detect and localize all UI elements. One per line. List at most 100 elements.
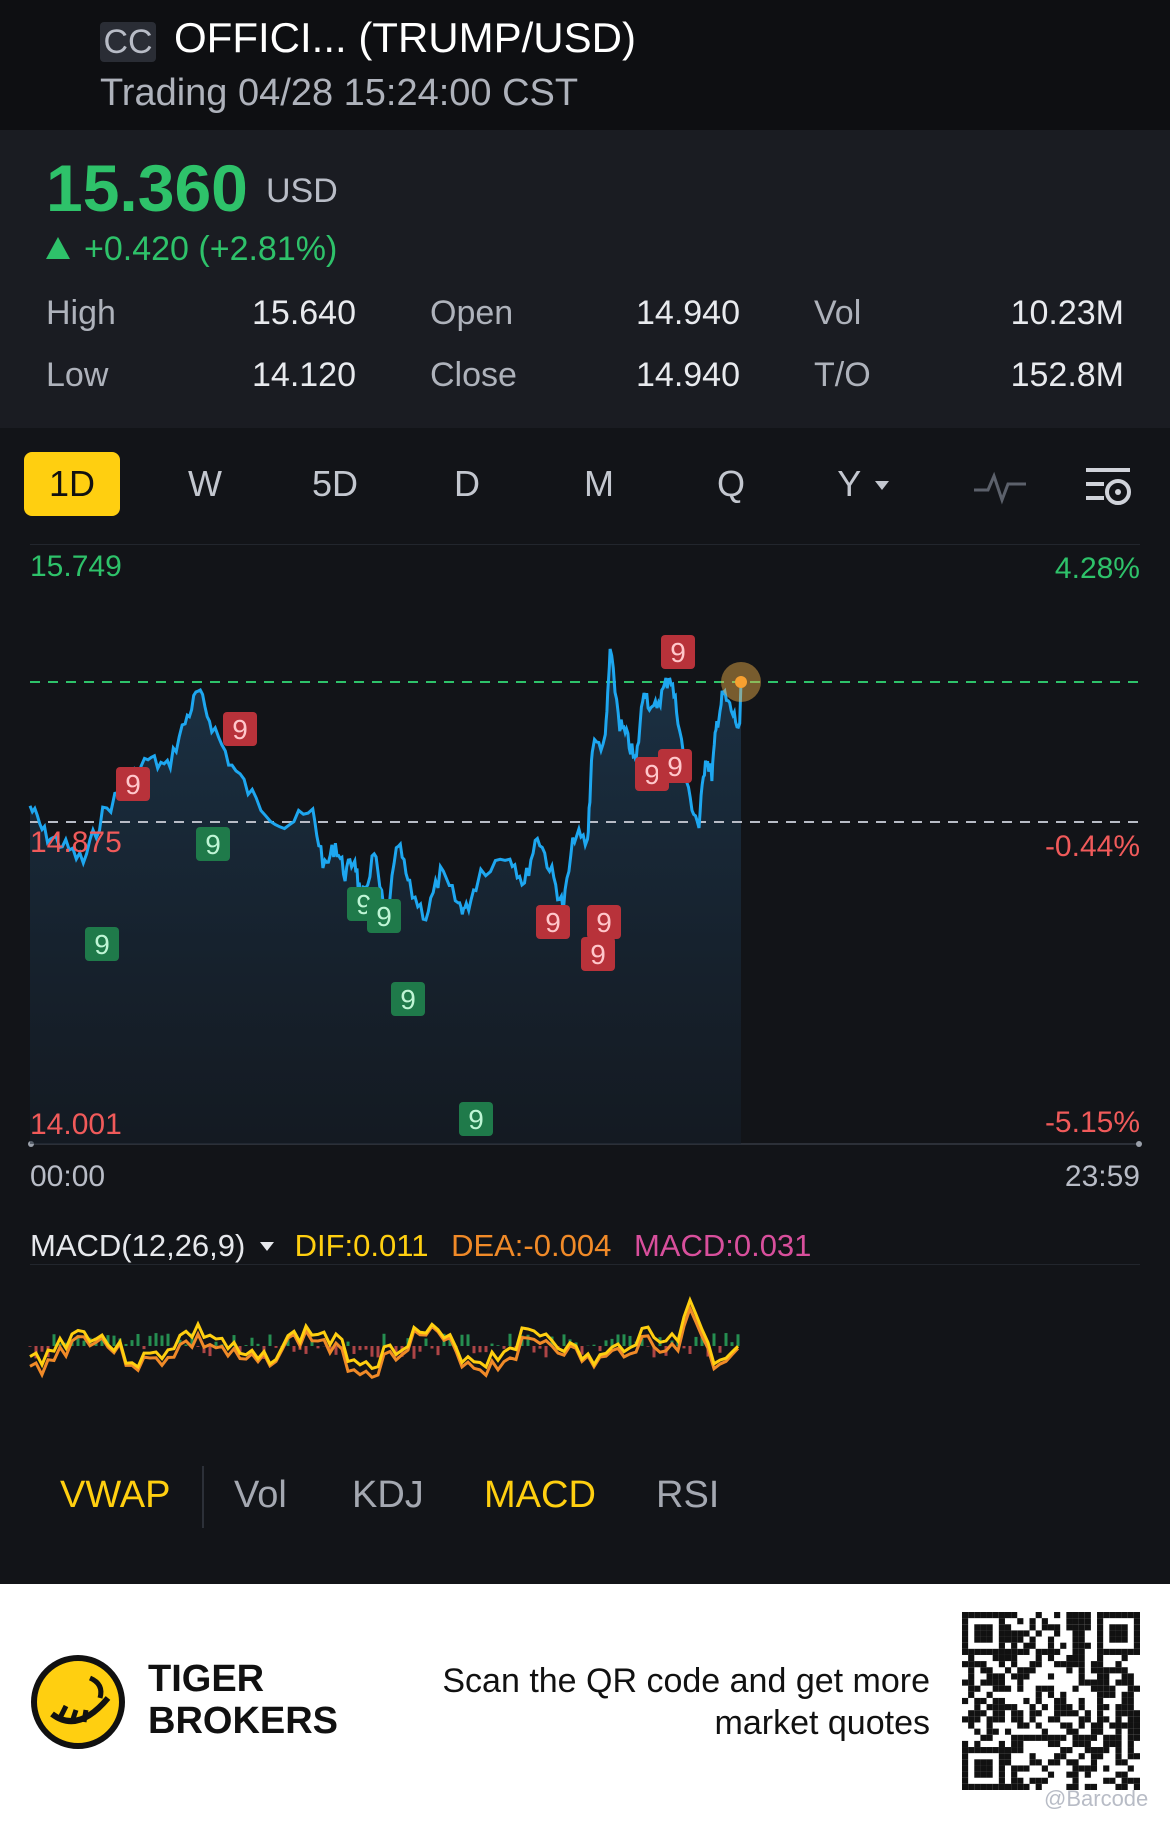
qr-module: [1066, 1661, 1073, 1668]
macd-indicator-chart[interactable]: [0, 1264, 1170, 1434]
tab-w[interactable]: W: [160, 452, 250, 516]
indicator-tab-macd[interactable]: MACD: [484, 1474, 596, 1517]
qr-module: [1060, 1734, 1067, 1741]
qr-module: [992, 1679, 999, 1686]
tab-m[interactable]: M: [554, 452, 644, 516]
qr-module: [980, 1771, 987, 1778]
signal-marker-label: 9: [94, 929, 110, 960]
qr-module: [1115, 1667, 1122, 1674]
qr-module: [1115, 1624, 1122, 1631]
tab-5d[interactable]: 5D: [290, 452, 380, 516]
macd-histogram-bar: [628, 1335, 632, 1346]
signal-marker: 9: [85, 927, 119, 961]
qr-module: [974, 1636, 981, 1643]
qr-module: [968, 1648, 975, 1655]
qr-module: [1072, 1636, 1079, 1643]
qr-module: [1090, 1753, 1098, 1760]
qr-module: [992, 1685, 999, 1692]
stat-open-label: Open: [430, 294, 514, 332]
stat-high-value: 15.640: [252, 294, 356, 332]
x-axis-end-marker: [1136, 1141, 1142, 1147]
qr-module: [1004, 1685, 1012, 1692]
qr-module: [962, 1765, 969, 1772]
qr-module: [980, 1624, 987, 1631]
macd-histogram-bar: [214, 1341, 218, 1346]
qr-module: [1084, 1618, 1091, 1625]
macd-histogram-bar: [208, 1346, 212, 1357]
stat-vol-value: 10.23M: [1010, 294, 1124, 332]
qr-module: [1047, 1654, 1055, 1662]
macd-histogram-bar: [142, 1346, 146, 1350]
qr-module: [980, 1783, 987, 1790]
qr-module: [1127, 1728, 1134, 1735]
tab-d[interactable]: D: [422, 452, 512, 516]
qr-module: [1084, 1765, 1091, 1772]
qr-module: [1133, 1716, 1140, 1723]
macd-histogram-bar: [112, 1335, 116, 1346]
qr-module: [1109, 1667, 1116, 1674]
qr-module: [962, 1759, 969, 1766]
macd-histogram-bar: [28, 1346, 32, 1347]
qr-module: [1097, 1618, 1104, 1625]
qr-module: [1035, 1783, 1042, 1790]
qr-module: [1103, 1679, 1110, 1686]
qr-module: [1103, 1667, 1110, 1674]
tab-y[interactable]: Y: [818, 452, 908, 516]
qr-module: [1078, 1612, 1085, 1619]
indicator-tab-kdj[interactable]: KDJ: [352, 1474, 424, 1517]
indicator-tab-vwap[interactable]: VWAP: [60, 1474, 171, 1517]
indicator-tab-rsi[interactable]: RSI: [656, 1474, 719, 1517]
qr-module: [1017, 1747, 1024, 1754]
qr-module: [968, 1685, 975, 1692]
macd-header[interactable]: MACD(12,26,9) DIF:0.011 DEA:-0.004 MACD:…: [30, 1228, 811, 1264]
macd-histogram-bar: [496, 1345, 500, 1346]
qr-module: [1115, 1747, 1122, 1754]
macd-histogram-bar: [532, 1346, 536, 1353]
macd-histogram-bar: [502, 1346, 506, 1349]
qr-module: [1023, 1765, 1030, 1772]
asset-title[interactable]: OFFICI... (TRUMP/USD): [174, 14, 636, 62]
qr-module: [974, 1783, 981, 1790]
intraday-price-chart[interactable]: 99999 9999 9999 9: [0, 544, 1170, 1244]
qr-module: [1017, 1685, 1024, 1692]
stat-close-label: Close: [430, 356, 517, 394]
macd-histogram-bar: [130, 1340, 134, 1346]
qr-module: [968, 1710, 975, 1717]
qr-module: [1004, 1612, 1012, 1619]
macd-histogram-bar: [40, 1346, 44, 1352]
qr-code[interactable]: [962, 1612, 1140, 1790]
qr-module: [1004, 1728, 1012, 1735]
tab-q[interactable]: Q: [686, 452, 776, 516]
qr-module: [1054, 1630, 1061, 1637]
qr-module: [1041, 1618, 1048, 1625]
qr-module: [986, 1612, 993, 1619]
stat-vol-label: Vol: [814, 294, 862, 332]
indicator-tab-vol[interactable]: Vol: [234, 1474, 287, 1517]
y-axis-mid-percent: -0.44%: [1044, 830, 1140, 863]
qr-module: [1127, 1673, 1134, 1680]
qr-module: [974, 1710, 981, 1717]
qr-module: [998, 1697, 1005, 1705]
qr-module: [1090, 1759, 1098, 1766]
qr-module: [1133, 1753, 1140, 1760]
tab-1d[interactable]: 1D: [24, 452, 120, 516]
qr-module: [974, 1612, 981, 1619]
qr-module: [1097, 1612, 1104, 1619]
qr-module: [998, 1679, 1005, 1686]
qr-module: [1127, 1710, 1134, 1717]
chart-type-icon[interactable]: [972, 466, 1028, 506]
qr-module: [1054, 1759, 1061, 1766]
brand-line-2: BROKERS: [148, 1700, 339, 1742]
qr-module: [1090, 1722, 1098, 1729]
qr-module: [1115, 1771, 1122, 1778]
qr-module: [962, 1624, 969, 1631]
qr-module: [1017, 1673, 1024, 1680]
stat-low-label: Low: [46, 356, 109, 394]
qr-module: [1097, 1661, 1104, 1668]
qr-module: [1054, 1740, 1061, 1748]
qr-module: [1072, 1771, 1079, 1778]
qr-module: [1041, 1777, 1048, 1784]
qr-module: [1066, 1710, 1073, 1717]
qr-module: [1090, 1679, 1098, 1686]
chart-settings-icon[interactable]: [1082, 462, 1134, 510]
